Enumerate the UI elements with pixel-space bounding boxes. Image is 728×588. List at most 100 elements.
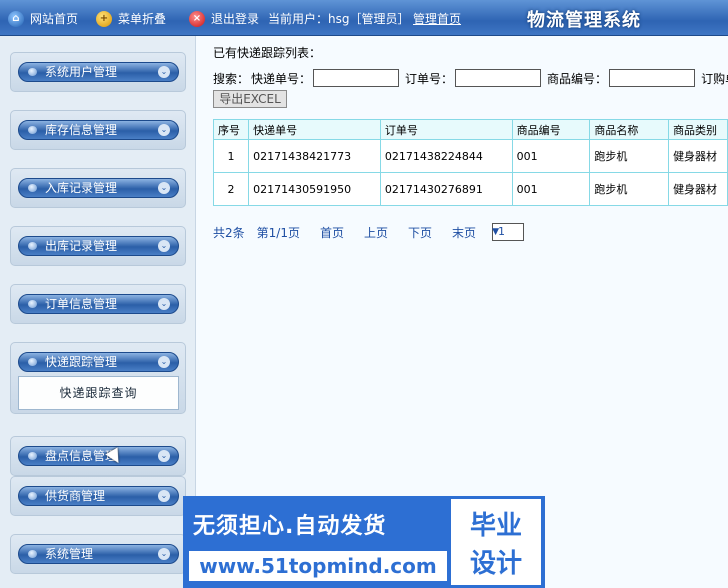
cell-product-category: 健身器材 (668, 139, 728, 173)
sidebar: 系统用户管理 ⌄ 库存信息管理 ⌄ 入库记录管理 ⌄ 出库记录管理 ⌄ 订单信息管理 ⌄ … (0, 36, 196, 588)
col-header-express-number: 快递单号 (248, 119, 381, 140)
bullet-icon (28, 242, 37, 250)
watermark-slogan: 无须担心.自动发货 (193, 514, 387, 539)
menu-group-suppliers: 供货商管理 ⌄ (10, 476, 186, 516)
bullet-icon (28, 68, 37, 76)
express-number-label: 快递单号： (251, 71, 312, 86)
chevron-down-icon: ⌄ (158, 450, 170, 462)
product-code-label: 商品编号： (547, 71, 608, 86)
menu-fold-link[interactable]: + 菜单折叠 (96, 10, 166, 28)
sidebar-item-inbound[interactable]: 入库记录管理 ⌄ (18, 178, 179, 198)
top-bar: ⌂ 网站首页 + 菜单折叠 × 退出登录 当前用户：hsg［管理员］ 管理首页 … (0, 0, 728, 36)
total-count: 共2条 (213, 225, 245, 240)
pagination: 共2条 第1/1页 首页 上页 下页 末页 1 ▼ (213, 223, 525, 241)
menu-group-inbound: 入库记录管理 ⌄ (10, 168, 186, 208)
site-home-label: 网站首页 (30, 12, 79, 26)
first-page-link[interactable]: 首页 (320, 224, 344, 241)
express-number-input[interactable] (313, 69, 400, 87)
logout-link[interactable]: × 退出登录 (189, 10, 259, 28)
sidebar-item-orders[interactable]: 订单信息管理 ⌄ (18, 294, 179, 314)
cell-index: 2 (212, 172, 250, 206)
order-number-input[interactable] (455, 69, 542, 87)
page-select-value: 1 (498, 225, 506, 238)
bullet-icon (28, 300, 37, 308)
table-row: 1 02171438421773 02171438224844 001 跑步机 … (212, 139, 728, 173)
watermark-left: 无须担心.自动发货 www.51topmind.com (183, 496, 449, 588)
tracking-table: 序号 快递单号 订单号 商品编号 商品名称 商品类别 1 02171438421… (212, 119, 728, 206)
cell-product-name: 跑步机 (589, 139, 670, 173)
chevron-down-icon: ⌄ (158, 66, 170, 78)
ordering-unit-label: 订购单位 (701, 71, 728, 86)
last-page-link[interactable]: 末页 (452, 224, 476, 241)
bullet-icon (28, 550, 37, 558)
prev-page-link[interactable]: 上页 (364, 224, 388, 241)
col-header-index: 序号 (212, 119, 250, 140)
logout-label: 退出登录 (211, 12, 260, 26)
cell-product-code: 001 (511, 139, 591, 173)
watermark-text-top: 毕业 (469, 511, 522, 541)
cell-express-number: 02171430591950 (248, 172, 381, 206)
cell-product-code: 001 (511, 172, 591, 206)
bullet-icon (28, 452, 37, 460)
export-excel-button[interactable]: 导出EXCEL (213, 90, 287, 108)
sidebar-item-suppliers[interactable]: 供货商管理 ⌄ (18, 486, 179, 506)
menu-group-outbound: 出库记录管理 ⌄ (10, 226, 186, 266)
search-label: 搜索： (213, 71, 250, 86)
chevron-down-icon: ▼ (492, 227, 500, 237)
sidebar-item-label: 出库记录管理 (45, 239, 118, 253)
sidebar-item-label: 快递跟踪管理 (45, 355, 118, 369)
cell-product-name: 跑步机 (589, 172, 670, 206)
menu-group-orders: 订单信息管理 ⌄ (10, 284, 186, 324)
order-number-label: 订单号： (405, 71, 454, 86)
search-row: 搜索： 快递单号： 订单号： 商品编号： 订购单位 (213, 69, 728, 87)
cell-index: 1 (212, 139, 250, 173)
col-header-product-code: 商品编号 (511, 119, 591, 140)
bullet-icon (28, 358, 37, 366)
sidebar-item-label: 供货商管理 (45, 489, 106, 503)
page-select[interactable]: 1 ▼ (492, 223, 525, 241)
home-icon: ⌂ (8, 11, 24, 27)
watermark-banner: 无须担心.自动发货 www.51topmind.com 毕业 设计 (183, 496, 545, 588)
sidebar-item-inventory[interactable]: 盘点信息管理 ⌄ (18, 446, 179, 466)
chevron-down-icon: ⌄ (158, 298, 170, 310)
table-header-row: 序号 快递单号 订单号 商品编号 商品名称 商品类别 (212, 119, 728, 140)
sidebar-item-label: 系统管理 (45, 547, 94, 561)
watermark-right: 毕业 设计 (451, 499, 541, 585)
chevron-down-icon: ⌄ (158, 124, 170, 136)
col-header-product-category: 商品类别 (668, 119, 728, 140)
sidebar-item-tracking[interactable]: 快递跟踪管理 ⌄ (18, 352, 179, 372)
product-code-input[interactable] (609, 69, 696, 87)
chevron-down-icon: ⌄ (158, 356, 170, 368)
bullet-icon (28, 184, 37, 192)
watermark-url: www.51topmind.com (189, 551, 447, 581)
cell-order-number: 02171430276891 (379, 172, 513, 206)
submenu-tracking-query[interactable]: 快递跟踪查询 (18, 376, 179, 410)
menu-group-inventory: 盘点信息管理 ⌄ (10, 436, 186, 476)
page-info: 第1/1页 (256, 225, 300, 240)
sidebar-item-users[interactable]: 系统用户管理 ⌄ (18, 62, 179, 82)
chevron-down-icon: ⌄ (158, 490, 170, 502)
fold-icon: + (96, 11, 112, 27)
cell-order-number: 02171438224844 (379, 139, 513, 173)
site-home-link[interactable]: ⌂ 网站首页 (8, 10, 78, 28)
current-user-info: 当前用户：hsg［管理员］ (268, 12, 410, 26)
admin-home-link[interactable]: 管理首页 (413, 10, 461, 28)
watermark-text-bottom: 设计 (469, 549, 522, 579)
col-header-product-name: 商品名称 (589, 119, 670, 140)
table-row: 2 02171430591950 02171430276891 001 跑步机 … (212, 172, 728, 206)
sidebar-item-outbound[interactable]: 出库记录管理 ⌄ (18, 236, 179, 256)
close-icon: × (189, 11, 205, 27)
chevron-down-icon: ⌄ (158, 548, 170, 560)
list-caption: 已有快递跟踪列表： (213, 46, 322, 60)
next-page-link[interactable]: 下页 (408, 224, 432, 241)
col-header-order-number: 订单号 (379, 119, 513, 140)
menu-group-stock: 库存信息管理 ⌄ (10, 110, 186, 150)
chevron-down-icon: ⌄ (158, 182, 170, 194)
menu-fold-label: 菜单折叠 (118, 12, 167, 26)
menu-group-system: 系统管理 ⌄ (10, 534, 186, 574)
sidebar-item-stock[interactable]: 库存信息管理 ⌄ (18, 120, 179, 140)
menu-group-users: 系统用户管理 ⌄ (10, 52, 186, 92)
cell-product-category: 健身器材 (668, 172, 728, 206)
sidebar-item-label: 系统用户管理 (45, 65, 118, 79)
sidebar-item-system[interactable]: 系统管理 ⌄ (18, 544, 179, 564)
